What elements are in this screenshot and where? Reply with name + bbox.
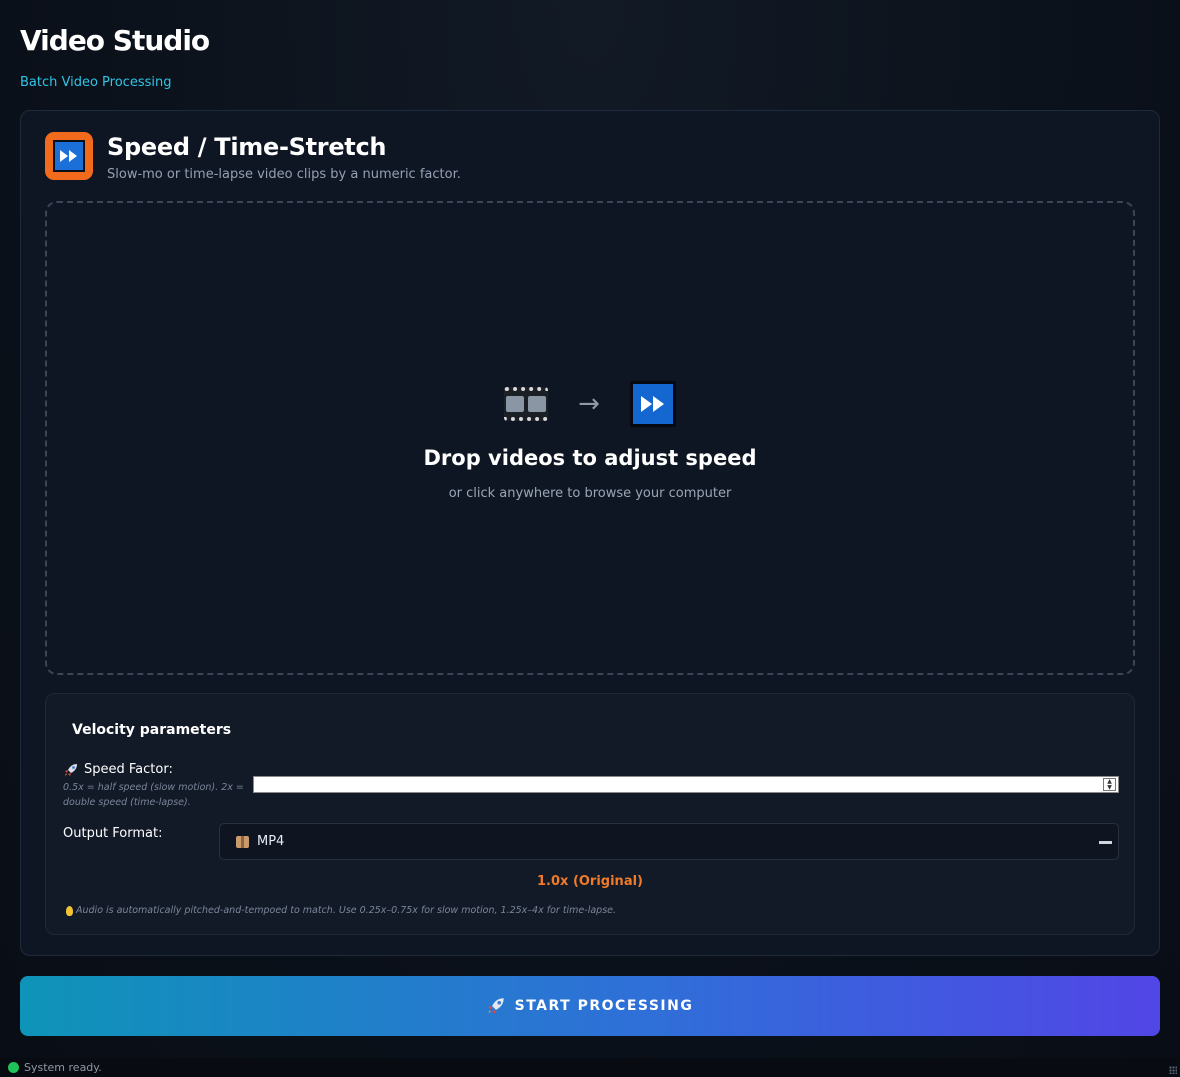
speed-factor-help: 0.5x = half speed (slow motion). 2x = do…	[63, 782, 244, 808]
tool-description: Slow-mo or time-lapse video clips by a n…	[107, 167, 461, 182]
fast-forward-icon	[629, 381, 676, 427]
dropzone-icons: →	[47, 381, 1133, 427]
lightbulb-icon	[66, 905, 73, 916]
params-title: Velocity parameters	[72, 722, 232, 738]
tool-title: Speed / Time-Stretch	[107, 133, 387, 161]
start-processing-label: START PROCESSING	[514, 998, 694, 1014]
start-processing-button[interactable]: START PROCESSING	[20, 976, 1160, 1036]
output-format-label: Output Format:	[63, 826, 163, 841]
app-subtitle: Batch Video Processing	[20, 75, 172, 90]
select-toggle-icon	[1099, 841, 1112, 844]
dropzone-hint: or click anywhere to browse your compute…	[448, 486, 732, 501]
resize-grip-icon[interactable]	[1169, 1066, 1177, 1074]
speed-spinner[interactable]: ▲ ▼	[1103, 778, 1116, 791]
output-format-value: MP4	[257, 834, 285, 849]
speed-factor-input[interactable]: ▲ ▼	[253, 776, 1119, 793]
speed-factor-label-text: Speed Factor:	[84, 762, 173, 777]
app-title: Video Studio	[20, 24, 210, 57]
fast-forward-icon	[45, 132, 93, 180]
video-dropzone[interactable]: → Drop videos to adjust speed or click a…	[45, 201, 1135, 675]
audio-note-text: Audio is automatically pitched-and-tempo…	[76, 905, 617, 916]
status-indicator-icon	[8, 1062, 19, 1073]
speed-readout: 1.0x (Original)	[537, 874, 643, 889]
film-frames-icon	[504, 387, 549, 421]
rocket-icon	[487, 998, 504, 1014]
status-bar: System ready.	[0, 1058, 1180, 1077]
status-text: System ready.	[24, 1061, 102, 1074]
output-format-select[interactable]: MP4	[219, 823, 1119, 860]
velocity-parameters: Velocity parameters Speed Factor: 0.5x =…	[45, 693, 1135, 935]
rocket-icon	[65, 763, 77, 776]
audio-note: Audio is automatically pitched-and-tempo…	[66, 905, 616, 916]
arrow-right-icon: →	[578, 389, 600, 419]
package-icon	[236, 835, 249, 848]
dropzone-title: Drop videos to adjust speed	[423, 446, 757, 470]
tool-panel: Speed / Time-Stretch Slow-mo or time-lap…	[20, 110, 1160, 956]
speed-factor-label: Speed Factor:	[64, 762, 173, 777]
